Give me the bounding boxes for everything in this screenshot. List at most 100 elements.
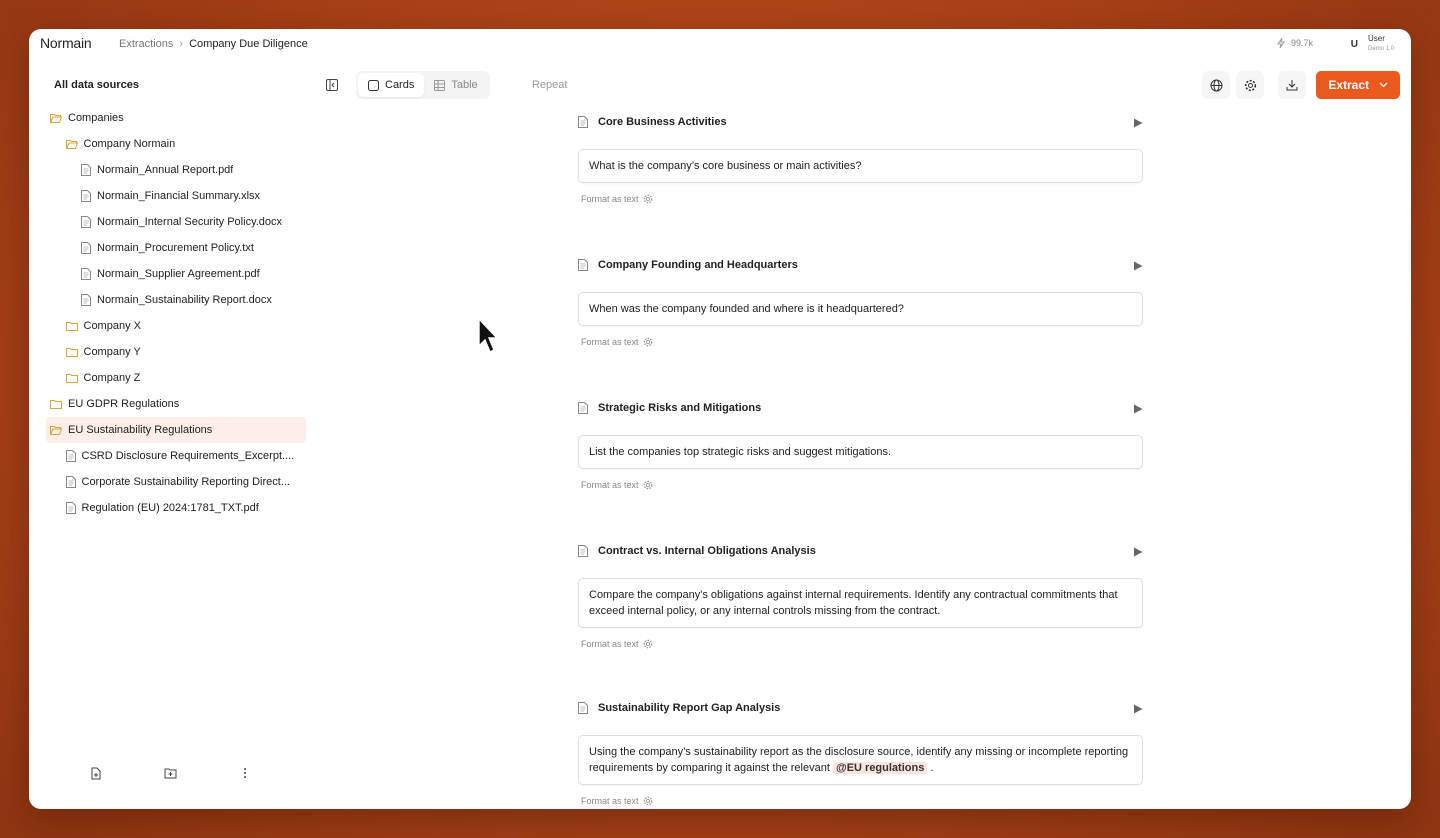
sidebar-title: All data sources: [54, 79, 139, 91]
credits-indicator: 99.7k: [1276, 38, 1313, 48]
extraction-card: Sustainability Report Gap Analysis Using …: [569, 695, 1154, 806]
card-title[interactable]: Company Founding and Headquarters: [598, 259, 798, 271]
tree-file[interactable]: Normain_Procurement Policy.txt: [46, 235, 306, 261]
top-bar: Normain Extractions › Company Due Dilige…: [29, 29, 1411, 63]
globe-icon[interactable]: [1202, 71, 1231, 99]
file-icon: [81, 268, 91, 280]
prompt-field[interactable]: List the companies top strategic risks a…: [578, 435, 1143, 469]
format-option[interactable]: Format as text: [581, 194, 1154, 204]
format-label: Format as text: [581, 480, 639, 490]
file-icon: [81, 294, 91, 306]
format-option[interactable]: Format as text: [581, 796, 1154, 806]
play-icon[interactable]: [1133, 261, 1143, 271]
prompt-field[interactable]: What is the company’s core business or m…: [578, 149, 1143, 183]
prompt-text: Compare the company's obligations agains…: [589, 589, 1118, 617]
tree-folder[interactable]: Company X: [46, 313, 306, 339]
file-icon: [65, 502, 76, 514]
document-icon: [578, 545, 588, 557]
gear-icon[interactable]: [643, 480, 653, 490]
gear-icon[interactable]: [643, 194, 653, 204]
mention-tag[interactable]: @EU regulations: [832, 762, 928, 774]
chevron-down-icon: [1379, 82, 1388, 88]
new-folder-icon[interactable]: [156, 759, 184, 787]
folder-icon: [65, 321, 78, 331]
document-icon: [578, 402, 588, 414]
extraction-card: Contract vs. Internal Obligations Analys…: [569, 538, 1154, 649]
prompt-field[interactable]: When was the company founded and where i…: [578, 292, 1143, 326]
format-label: Format as text: [581, 796, 639, 806]
prompt-text: List the companies top strategic risks a…: [589, 446, 892, 458]
format-option[interactable]: Format as text: [581, 480, 1154, 490]
settings-icon[interactable]: [1236, 71, 1265, 99]
card-header: Core Business Activities: [569, 109, 1154, 135]
card-title[interactable]: Contract vs. Internal Obligations Analys…: [598, 545, 816, 557]
tree-folder[interactable]: Companies: [46, 105, 306, 131]
avatar[interactable]: U: [1351, 39, 1358, 50]
tree-item-label: EU GDPR Regulations: [68, 398, 180, 410]
folder-icon: [65, 373, 78, 383]
tree-item-label: Corporate Sustainability Reporting Direc…: [81, 476, 290, 488]
new-file-icon[interactable]: [82, 759, 110, 787]
extract-button[interactable]: Extract: [1316, 71, 1400, 99]
sidebar-footer: [29, 759, 312, 787]
format-label: Format as text: [581, 194, 639, 204]
data-source-tree: Companies Company Normain Normain_Annual R…: [46, 105, 306, 521]
tree-item-label: Regulation (EU) 2024:1781_TXT.pdf: [81, 502, 259, 514]
tree-item-label: Normain_Supplier Agreement.pdf: [97, 268, 260, 280]
tree-folder[interactable]: EU Sustainability Regulations: [46, 417, 306, 443]
repeat-button[interactable]: Repeat: [532, 79, 567, 91]
format-option[interactable]: Format as text: [581, 639, 1154, 649]
gear-icon[interactable]: [643, 639, 653, 649]
card-title[interactable]: Core Business Activities: [598, 116, 727, 128]
view-toggle: Cards Table: [356, 71, 490, 99]
table-view-button[interactable]: Table: [424, 73, 487, 97]
tree-file[interactable]: CSRD Disclosure Requirements_Excerpt....: [46, 443, 306, 469]
tree-item-label: EU Sustainability Regulations: [68, 424, 213, 436]
format-label: Format as text: [581, 639, 639, 649]
file-icon: [81, 216, 91, 228]
download-icon[interactable]: [1278, 71, 1307, 99]
tree-folder[interactable]: EU GDPR Regulations: [46, 391, 306, 417]
app-logo[interactable]: Normain: [40, 35, 92, 51]
tree-file[interactable]: Normain_Supplier Agreement.pdf: [46, 261, 306, 287]
tree-folder[interactable]: Company Y: [46, 339, 306, 365]
play-icon[interactable]: [1133, 118, 1143, 128]
document-icon: [578, 259, 588, 271]
tree-file[interactable]: Normain_Annual Report.pdf: [46, 157, 306, 183]
tree-file[interactable]: Normain_Financial Summary.xlsx: [46, 183, 306, 209]
card-title[interactable]: Strategic Risks and Mitigations: [598, 402, 761, 414]
play-icon[interactable]: [1133, 547, 1143, 557]
collapse-sidebar-icon[interactable]: [326, 78, 338, 96]
tree-folder[interactable]: Company Normain: [46, 131, 306, 157]
prompt-field[interactable]: Using the company’s sustainability repor…: [578, 735, 1143, 785]
mouse-cursor-icon: [478, 318, 499, 353]
user-menu[interactable]: U User Demo 1.0: [1351, 34, 1394, 54]
user-name: User: [1367, 34, 1385, 43]
tree-file[interactable]: Regulation (EU) 2024:1781_TXT.pdf: [46, 495, 306, 521]
document-icon: [578, 702, 588, 714]
gear-icon[interactable]: [643, 796, 653, 806]
format-label: Format as text: [581, 337, 639, 347]
folder-open-icon: [65, 139, 78, 149]
gear-icon[interactable]: [643, 337, 653, 347]
play-icon[interactable]: [1133, 704, 1143, 714]
extraction-card: Core Business Activities What is the comp…: [569, 109, 1154, 204]
card-header: Company Founding and Headquarters: [569, 252, 1154, 278]
format-option[interactable]: Format as text: [581, 337, 1154, 347]
tree-file[interactable]: Corporate Sustainability Reporting Direc…: [46, 469, 306, 495]
breadcrumb-extractions[interactable]: Extractions: [119, 38, 173, 50]
cards-label: Cards: [385, 79, 415, 91]
tree-file[interactable]: Normain_Sustainability Report.docx: [46, 287, 306, 313]
play-icon[interactable]: [1133, 404, 1143, 414]
cards-view-button[interactable]: Cards: [358, 73, 425, 97]
prompt-field[interactable]: Compare the company's obligations agains…: [578, 578, 1143, 628]
sidebar: All data sources Companies Company Normai…: [29, 63, 312, 809]
folder-open-icon: [50, 425, 62, 435]
user-subtitle: Demo 1.0: [1367, 46, 1394, 52]
credits-value: 99.7k: [1290, 38, 1313, 48]
tree-folder[interactable]: Company Z: [46, 365, 306, 391]
tree-file[interactable]: Normain_Internal Security Policy.docx: [46, 209, 306, 235]
more-options-icon[interactable]: [231, 759, 259, 787]
card-title[interactable]: Sustainability Report Gap Analysis: [598, 702, 780, 714]
extraction-card: Strategic Risks and Mitigations List the …: [569, 395, 1154, 490]
